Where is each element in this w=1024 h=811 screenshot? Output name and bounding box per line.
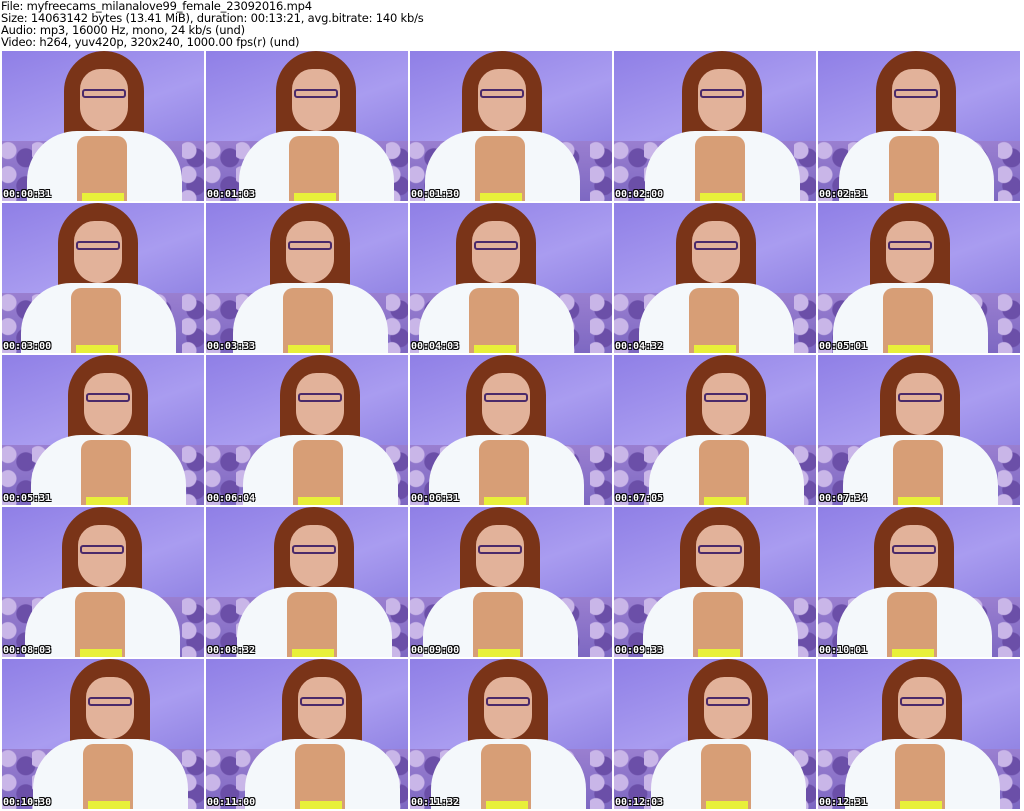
video-info: Video: h264, yuv420p, 320x240, 1000.00 f… <box>1 35 300 49</box>
video-thumbnail: 00:03:00 <box>2 203 204 353</box>
timestamp-label: 00:01:30 <box>411 189 460 200</box>
timestamp-label: 00:01:03 <box>207 189 256 200</box>
person-figure <box>410 51 602 201</box>
video-thumbnail: 00:07:05 <box>614 355 816 505</box>
video-thumbnail: 00:02:00 <box>614 51 816 201</box>
person-figure <box>410 659 608 809</box>
person-figure <box>410 507 600 657</box>
timestamp-label: 00:03:33 <box>207 341 256 352</box>
timestamp-label: 00:00:31 <box>3 189 52 200</box>
timestamp-label: 00:05:31 <box>3 493 52 504</box>
video-thumbnail: 00:12:31 <box>818 659 1020 809</box>
person-figure <box>626 659 816 809</box>
person-figure <box>818 507 1014 657</box>
timestamp-label: 00:07:05 <box>615 493 664 504</box>
person-figure <box>614 203 816 353</box>
person-figure <box>620 51 816 201</box>
video-thumbnail: 00:07:34 <box>818 355 1020 505</box>
video-thumbnail: 00:04:03 <box>410 203 612 353</box>
timestamp-label: 00:08:32 <box>207 645 256 656</box>
person-figure <box>2 203 198 353</box>
person-figure <box>8 659 204 809</box>
person-figure <box>212 507 408 657</box>
person-figure <box>820 659 1020 809</box>
person-figure <box>2 507 202 657</box>
timestamp-label: 00:06:04 <box>207 493 256 504</box>
video-thumbnail: 00:06:31 <box>410 355 612 505</box>
timestamp-label: 00:04:32 <box>615 341 664 352</box>
video-thumbnail: 00:05:01 <box>818 203 1020 353</box>
timestamp-label: 00:12:31 <box>819 797 868 808</box>
video-thumbnail: 00:01:03 <box>206 51 408 201</box>
video-thumbnail: 00:09:00 <box>410 507 612 657</box>
timestamp-label: 00:09:33 <box>615 645 664 656</box>
timestamp-label: 00:11:00 <box>207 797 256 808</box>
video-thumbnail: 00:05:31 <box>2 355 204 505</box>
video-thumbnail: 00:09:33 <box>614 507 816 657</box>
person-figure <box>410 355 606 505</box>
video-thumbnail: 00:08:03 <box>2 507 204 657</box>
timestamp-label: 00:12:03 <box>615 797 664 808</box>
timestamp-label: 00:11:32 <box>411 797 460 808</box>
video-thumbnail: 00:03:33 <box>206 203 408 353</box>
person-figure <box>624 355 816 505</box>
timestamp-label: 00:09:00 <box>411 645 460 656</box>
timestamp-label: 00:05:01 <box>819 341 868 352</box>
person-figure <box>818 203 1010 353</box>
video-thumbnail: 00:06:04 <box>206 355 408 505</box>
person-figure <box>2 51 204 201</box>
timestamp-label: 00:02:00 <box>615 189 664 200</box>
file-info-header: File: myfreecams_milanalove99_female_230… <box>1 0 424 48</box>
thumbnail-grid: 00:00:31 00:01:03 00:01:30 00:02:00 00:02:31… <box>2 51 1020 809</box>
person-figure <box>214 51 408 201</box>
person-figure <box>220 659 408 809</box>
person-figure <box>6 355 204 505</box>
person-figure <box>218 355 408 505</box>
video-thumbnail: 00:04:32 <box>614 203 816 353</box>
timestamp-label: 00:04:03 <box>411 341 460 352</box>
person-figure <box>618 507 816 657</box>
timestamp-label: 00:03:00 <box>3 341 52 352</box>
video-thumbnail: 00:08:32 <box>206 507 408 657</box>
timestamp-label: 00:02:31 <box>819 189 868 200</box>
video-thumbnail: 00:12:03 <box>614 659 816 809</box>
video-thumbnail: 00:10:01 <box>818 507 1020 657</box>
timestamp-label: 00:10:01 <box>819 645 868 656</box>
person-figure <box>410 203 596 353</box>
timestamp-label: 00:10:30 <box>3 797 52 808</box>
video-thumbnail: 00:00:31 <box>2 51 204 201</box>
timestamp-label: 00:08:03 <box>3 645 52 656</box>
video-thumbnail: 00:02:31 <box>818 51 1020 201</box>
video-thumbnail: 00:11:32 <box>410 659 612 809</box>
video-thumbnail: 00:10:30 <box>2 659 204 809</box>
person-figure <box>208 203 408 353</box>
video-thumbnail: 00:01:30 <box>410 51 612 201</box>
person-figure <box>818 355 1020 505</box>
timestamp-label: 00:06:31 <box>411 493 460 504</box>
person-figure <box>818 51 1016 201</box>
timestamp-label: 00:07:34 <box>819 493 868 504</box>
video-thumbnail: 00:11:00 <box>206 659 408 809</box>
